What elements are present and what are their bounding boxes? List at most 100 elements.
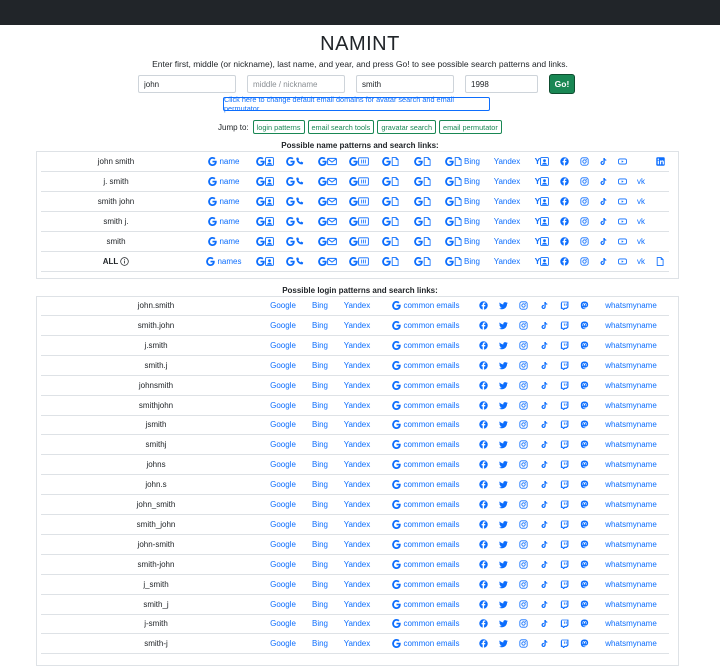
linkedin-search-link[interactable] [652,152,668,171]
google-cv-search-link[interactable] [345,252,373,271]
login-mastodon-link[interactable] [577,535,591,554]
login-bing-link[interactable]: Bing [305,614,335,633]
google-document-search-link[interactable] [377,252,403,271]
login-instagram-link[interactable] [516,614,530,633]
google-name-search-link[interactable]: name [196,212,252,231]
google-document2-search-link[interactable] [409,152,435,171]
login-twitter-link[interactable] [496,555,510,574]
login-instagram-link[interactable] [516,595,530,614]
common-emails-link[interactable]: common emails [386,415,466,434]
youtube-search-link[interactable] [615,232,629,251]
login-mastodon-link[interactable] [577,316,591,335]
login-mastodon-link[interactable] [577,396,591,415]
common-emails-link[interactable]: common emails [386,535,466,554]
login-yandex-link[interactable]: Yandex [337,575,377,594]
yandex-image-search-link[interactable]: Y [531,252,553,271]
whatsmyname-link[interactable]: whatsmyname [597,336,665,355]
login-twitter-link[interactable] [496,455,510,474]
login-google-link[interactable]: Google [263,555,303,574]
login-bing-link[interactable]: Bing [305,555,335,574]
login-google-link[interactable]: Google [263,515,303,534]
instagram-search-link[interactable] [577,152,591,171]
login-twitch-link[interactable] [557,555,571,574]
login-twitch-link[interactable] [557,316,571,335]
login-tiktok-link[interactable] [537,634,551,653]
login-mastodon-link[interactable] [577,614,591,633]
login-twitter-link[interactable] [496,575,510,594]
login-mastodon-link[interactable] [577,634,591,653]
google-document2-search-link[interactable] [409,232,435,251]
google-image-search-link[interactable] [251,192,279,211]
jump-email-permutator-button[interactable]: email permutator [439,120,502,134]
login-tiktok-link[interactable] [537,555,551,574]
jump-email-search-tools-button[interactable]: email search tools [307,120,375,134]
login-instagram-link[interactable] [516,376,530,395]
login-twitch-link[interactable] [557,495,571,514]
login-bing-link[interactable]: Bing [305,495,335,514]
yandex-search-link[interactable]: Yandex [491,212,523,231]
instagram-search-link[interactable] [577,192,591,211]
google-email-search-link[interactable] [314,152,340,171]
login-yandex-link[interactable]: Yandex [337,634,377,653]
google-image-search-link[interactable] [251,212,279,231]
login-bing-link[interactable]: Bing [305,396,335,415]
login-mastodon-link[interactable] [577,415,591,434]
facebook-search-link[interactable] [557,172,571,191]
yandex-search-link[interactable]: Yandex [491,152,523,171]
google-cv-search-link[interactable] [345,192,373,211]
vk-search-link[interactable]: vk [633,212,649,231]
login-google-link[interactable]: Google [263,455,303,474]
login-twitter-link[interactable] [496,435,510,454]
google-email-search-link[interactable] [314,252,340,271]
login-twitter-link[interactable] [496,515,510,534]
common-emails-link[interactable]: common emails [386,575,466,594]
whatsmyname-link[interactable]: whatsmyname [597,435,665,454]
common-emails-link[interactable]: common emails [386,595,466,614]
login-instagram-link[interactable] [516,555,530,574]
common-emails-link[interactable]: common emails [386,455,466,474]
login-yandex-link[interactable]: Yandex [337,356,377,375]
login-mastodon-link[interactable] [577,296,591,315]
login-mastodon-link[interactable] [577,495,591,514]
login-facebook-link[interactable] [476,396,490,415]
vk-search-link[interactable]: vk [633,192,649,211]
login-bing-link[interactable]: Bing [305,376,335,395]
change-email-domains-button[interactable]: Click here to change default email domai… [223,95,490,113]
login-twitter-link[interactable] [496,535,510,554]
login-yandex-link[interactable]: Yandex [337,555,377,574]
whatsmyname-link[interactable]: whatsmyname [597,495,665,514]
google-document2-search-link[interactable] [409,212,435,231]
login-google-link[interactable]: Google [263,595,303,614]
login-yandex-link[interactable]: Yandex [337,316,377,335]
vk-search-link[interactable] [633,152,649,171]
login-tiktok-link[interactable] [537,415,551,434]
bing-search-link[interactable]: Bing [457,172,487,191]
google-document-search-link[interactable] [377,192,403,211]
youtube-search-link[interactable] [615,252,629,271]
login-yandex-link[interactable]: Yandex [337,415,377,434]
google-document2-search-link[interactable] [409,172,435,191]
instagram-search-link[interactable] [577,232,591,251]
login-facebook-link[interactable] [476,376,490,395]
login-instagram-link[interactable] [516,634,530,653]
common-emails-link[interactable]: common emails [386,495,466,514]
login-facebook-link[interactable] [476,475,490,494]
bing-search-link[interactable]: Bing [457,192,487,211]
login-instagram-link[interactable] [516,435,530,454]
login-bing-link[interactable]: Bing [305,575,335,594]
common-emails-link[interactable]: common emails [386,296,466,315]
login-google-link[interactable]: Google [263,356,303,375]
common-emails-link[interactable]: common emails [386,336,466,355]
common-emails-link[interactable]: common emails [386,356,466,375]
login-instagram-link[interactable] [516,396,530,415]
login-bing-link[interactable]: Bing [305,634,335,653]
login-bing-link[interactable]: Bing [305,316,335,335]
login-tiktok-link[interactable] [537,575,551,594]
login-twitter-link[interactable] [496,316,510,335]
login-twitch-link[interactable] [557,396,571,415]
login-tiktok-link[interactable] [537,455,551,474]
whatsmyname-link[interactable]: whatsmyname [597,356,665,375]
login-twitter-link[interactable] [496,296,510,315]
yandex-image-search-link[interactable]: Y [531,172,553,191]
common-emails-link[interactable]: common emails [386,316,466,335]
